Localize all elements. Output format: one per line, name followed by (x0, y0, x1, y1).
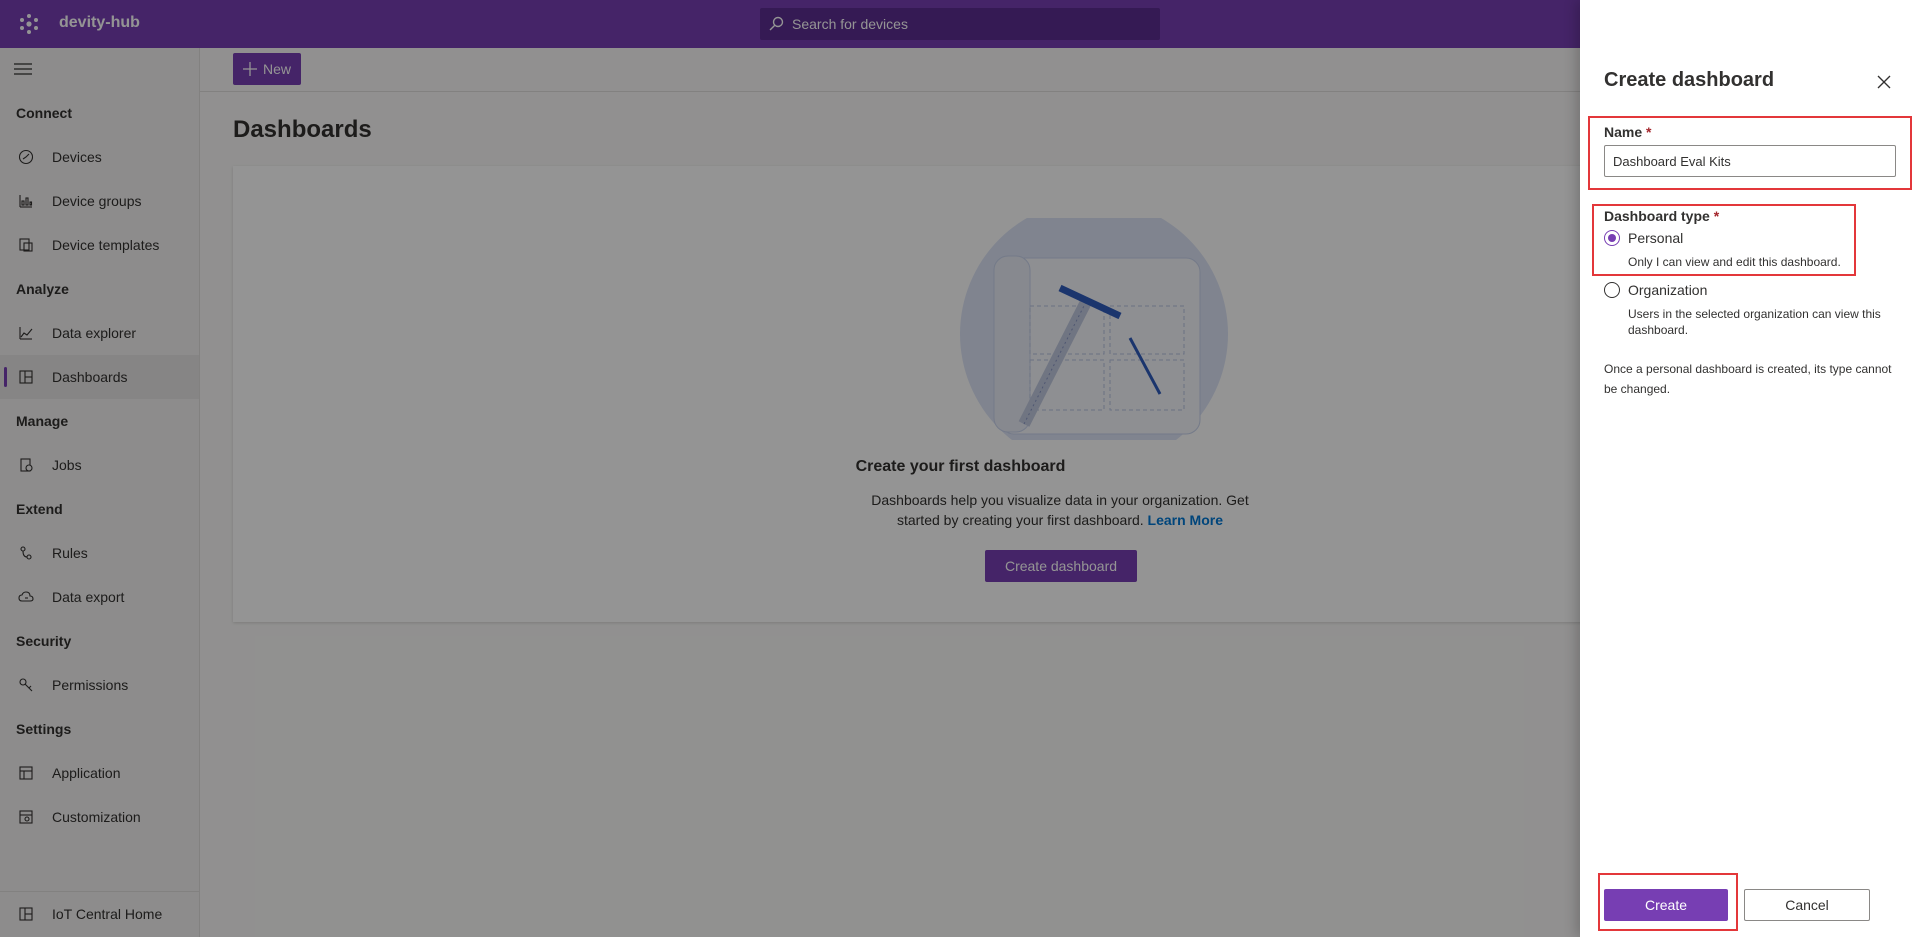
type-note: Once a personal dashboard is created, it… (1604, 362, 1892, 396)
highlight-name-field (1588, 116, 1912, 190)
highlight-create-button (1598, 873, 1738, 931)
modal-overlay[interactable] (0, 0, 1580, 937)
radio-organization[interactable]: Organization (1604, 282, 1707, 298)
highlight-dashboard-type (1592, 204, 1856, 276)
create-dashboard-panel: Create dashboard Name * Dashboard type *… (1580, 0, 1920, 937)
panel-title: Create dashboard (1604, 69, 1775, 91)
cancel-button[interactable]: Cancel (1744, 889, 1870, 921)
radio-organization-label: Organization (1628, 282, 1708, 298)
close-icon[interactable] (1872, 70, 1896, 94)
radio-unchecked-icon[interactable] (1604, 282, 1620, 298)
radio-organization-description: Users in the selected organization can v… (1628, 307, 1881, 337)
